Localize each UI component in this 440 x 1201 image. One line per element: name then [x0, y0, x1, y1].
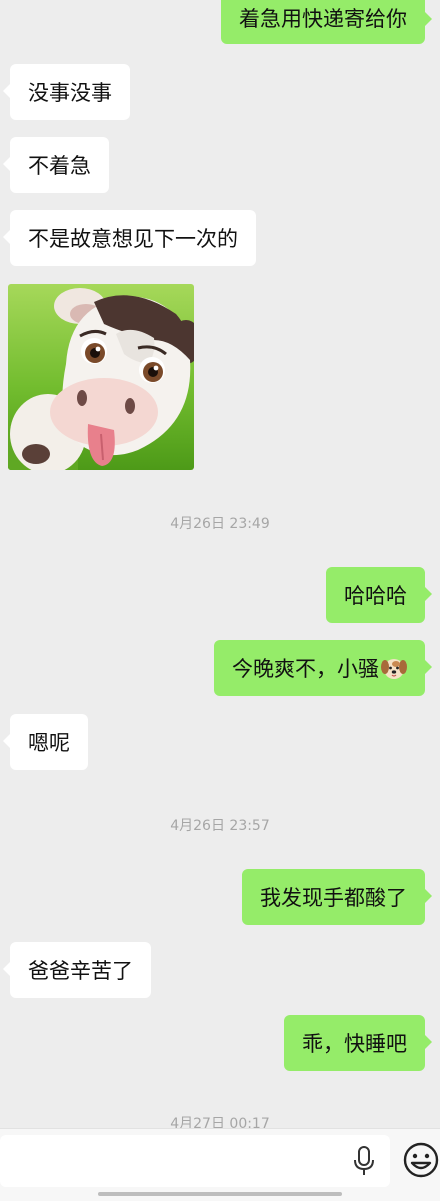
incoming-message[interactable]: 爸爸辛苦了 [3, 942, 151, 998]
message-text: 爸爸辛苦了 [28, 959, 133, 983]
message-text: 不是故意想见下一次的 [28, 227, 238, 251]
message-text: 没事没事 [28, 81, 112, 105]
message-text: 我发现手都酸了 [260, 886, 407, 910]
message-text: 乖，快睡吧 [302, 1032, 407, 1056]
outgoing-message[interactable]: 着急用快递寄给你 [221, 0, 432, 44]
input-bar [0, 1128, 440, 1201]
microphone-icon[interactable] [350, 1145, 378, 1177]
cartoon-cow-sticker[interactable] [8, 284, 194, 470]
outgoing-message[interactable]: 今晚爽不，小骚 [214, 640, 432, 696]
home-indicator [98, 1192, 342, 1196]
outgoing-message[interactable]: 我发现手都酸了 [242, 869, 432, 925]
message-text: 嗯呢 [28, 731, 70, 755]
incoming-message[interactable]: 嗯呢 [3, 714, 88, 770]
message-text: 不着急 [28, 154, 91, 178]
incoming-message[interactable]: 不是故意想见下一次的 [3, 210, 256, 266]
dog-face-icon [381, 656, 407, 680]
outgoing-message[interactable]: 哈哈哈 [326, 567, 432, 623]
message-text: 哈哈哈 [344, 584, 407, 608]
timestamp: 4月26日 23:57 [170, 818, 270, 834]
outgoing-message[interactable]: 乖，快睡吧 [284, 1015, 432, 1071]
smiley-face-icon[interactable] [402, 1141, 440, 1179]
incoming-message[interactable]: 没事没事 [3, 64, 130, 120]
incoming-message[interactable]: 不着急 [3, 137, 109, 193]
timestamp: 4月26日 23:49 [170, 516, 270, 532]
message-input[interactable] [0, 1135, 390, 1187]
message-text: 今晚爽不，小骚 [232, 657, 379, 681]
message-text: 着急用快递寄给你 [239, 7, 407, 31]
